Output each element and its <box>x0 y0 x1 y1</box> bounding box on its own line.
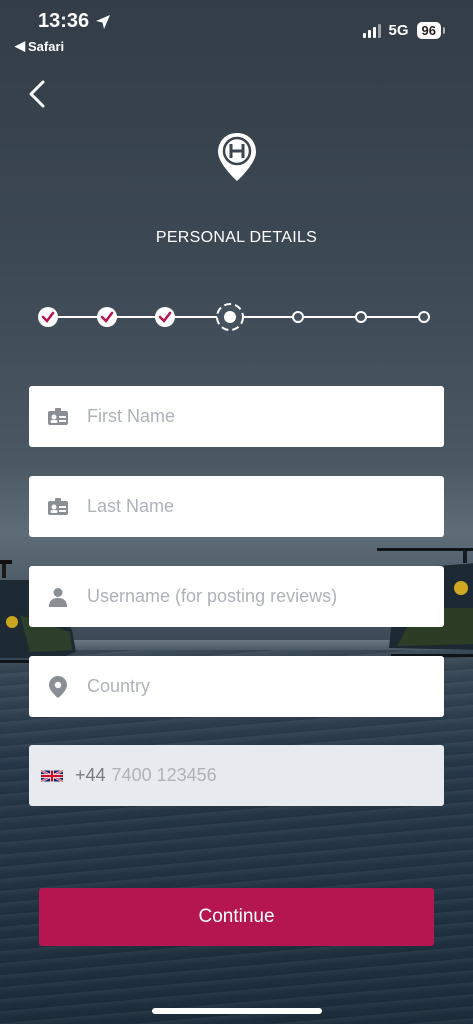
time-label: 13:36 <box>38 10 90 32</box>
last-name-field[interactable]: Last Name <box>29 476 444 537</box>
username-field[interactable]: Username (for posting reviews) <box>29 566 444 627</box>
back-app-label: Safari <box>28 38 65 54</box>
first-name-field[interactable]: First Name <box>29 386 444 447</box>
map-pin-icon <box>47 675 69 698</box>
continue-button[interactable]: Continue <box>39 888 434 946</box>
step-3-completed <box>155 307 175 327</box>
id-card-icon <box>47 496 69 518</box>
phone-field[interactable]: +44 7400 123456 <box>29 745 444 806</box>
status-bar: 13:36 ◀ Safari 5G 96 <box>0 0 473 60</box>
step-6-pending <box>355 311 367 323</box>
step-2-completed <box>97 307 117 327</box>
country-field[interactable]: Country <box>29 656 444 717</box>
back-to-app[interactable]: ◀ Safari <box>15 38 64 54</box>
step-7-pending <box>418 311 430 323</box>
step-4-current <box>216 303 244 331</box>
uk-flag-icon[interactable] <box>41 769 63 783</box>
back-button[interactable] <box>24 78 52 110</box>
id-card-icon <box>47 406 69 428</box>
location-pin-h-logo-icon <box>218 133 256 181</box>
location-arrow-icon <box>96 14 111 29</box>
chevron-left-icon <box>29 80 45 108</box>
phone-placeholder: 7400 123456 <box>111 765 217 785</box>
network-label: 5G <box>388 22 409 39</box>
step-1-completed <box>38 307 58 327</box>
status-time: 13:36 <box>38 10 111 33</box>
signal-icon <box>362 23 381 38</box>
progress-stepper <box>38 303 430 331</box>
person-icon <box>47 586 69 608</box>
status-indicators: 5G 96 <box>362 22 446 39</box>
phone-country-code: +44 <box>75 765 106 785</box>
country-placeholder: Country <box>87 676 151 696</box>
step-5-pending <box>292 311 304 323</box>
page-title: PERSONAL DETAILS <box>155 229 318 246</box>
home-indicator[interactable] <box>152 1008 322 1014</box>
username-placeholder: Username (for posting reviews) <box>87 586 338 606</box>
back-triangle-icon: ◀ <box>15 38 25 53</box>
battery-icon: 96 <box>416 22 446 39</box>
first-name-placeholder: First Name <box>87 406 176 426</box>
last-name-placeholder: Last Name <box>87 496 175 516</box>
